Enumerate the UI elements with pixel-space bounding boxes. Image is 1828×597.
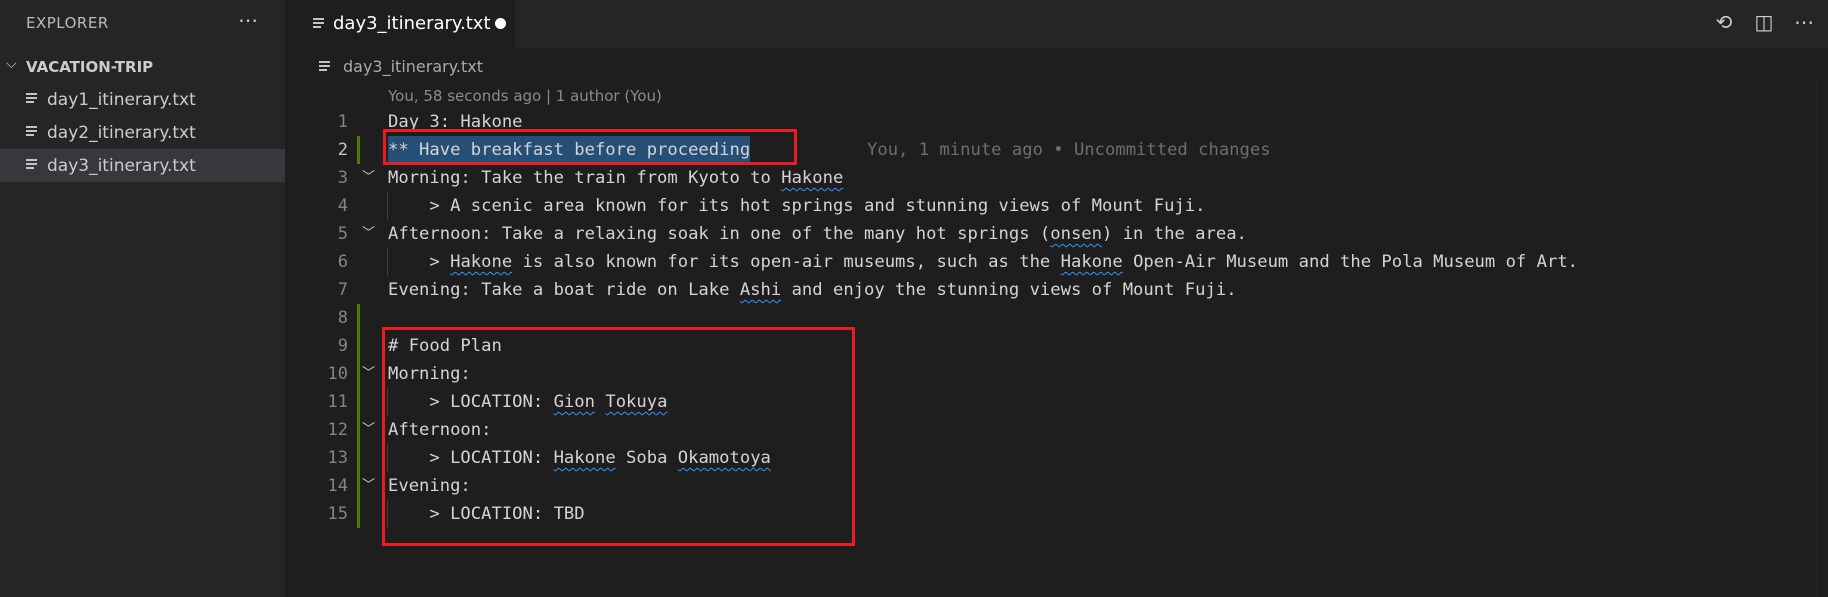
line-number: 6 — [337, 252, 348, 272]
ellipsis-icon[interactable]: ⋯ — [238, 8, 258, 32]
file-item-day2[interactable]: day2_itinerary.txt — [0, 116, 285, 149]
fold-chevron-icon[interactable]: ﹀ — [362, 220, 375, 248]
git-added-marker[interactable] — [357, 136, 360, 164]
text-file-icon — [26, 93, 37, 105]
line-number: 11 — [327, 392, 348, 412]
file-item-day1[interactable]: day1_itinerary.txt — [0, 83, 285, 116]
text-file-icon — [313, 18, 324, 30]
line-number: 1 — [337, 112, 348, 132]
text-file-icon — [26, 159, 37, 171]
line-number: 14 — [327, 476, 348, 496]
line-number: 2 — [337, 140, 348, 160]
code-line: 4 > A scenic area known for its hot spri… — [285, 192, 1828, 220]
line-text: Morning: Take the train from Kyoto to Ha… — [388, 168, 844, 188]
tab-day3-itinerary[interactable]: day3_itinerary.txt — [285, 0, 515, 48]
code-line: 5 ﹀ Afternoon: Take a relaxing soak in o… — [285, 220, 1828, 248]
fold-chevron-icon[interactable]: ﹀ — [362, 472, 375, 500]
git-added-marker[interactable] — [357, 360, 360, 388]
fold-chevron-icon[interactable]: ﹀ — [362, 416, 375, 444]
git-added-marker[interactable] — [357, 444, 360, 472]
git-added-marker[interactable] — [357, 472, 360, 500]
line-number: 3 — [337, 168, 348, 188]
git-codelens[interactable]: You, 58 seconds ago | 1 author (You) — [388, 87, 662, 105]
text-file-icon — [319, 61, 330, 73]
tab-label: day3_itinerary.txt — [333, 13, 491, 34]
code-line: 3 ﹀ Morning: Take the train from Kyoto t… — [285, 164, 1828, 192]
folder-label: VACATION-TRIP — [26, 58, 154, 76]
fold-chevron-icon[interactable]: ﹀ — [362, 164, 375, 192]
highlight-box-food-plan — [382, 327, 855, 546]
split-editor-icon[interactable]: ◫ — [1752, 10, 1776, 34]
code-line: 6 > Hakone is also known for its open-ai… — [285, 248, 1828, 276]
line-text: > Hakone is also known for its open-air … — [388, 252, 1579, 272]
inline-blame: You, 1 minute ago • Uncommitted changes — [867, 140, 1271, 160]
chevron-down-icon: ⌵ — [6, 56, 17, 72]
line-number: 4 — [337, 196, 348, 216]
line-text: Afternoon: Take a relaxing soak in one o… — [388, 224, 1247, 244]
git-added-marker[interactable] — [357, 416, 360, 444]
line-number: 7 — [337, 280, 348, 300]
explorer-sidebar: EXPLORER ⋯ ⌵ VACATION-TRIP day1_itinerar… — [0, 0, 285, 597]
line-number: 5 — [337, 224, 348, 244]
unsaved-dot-icon[interactable] — [495, 18, 506, 29]
git-added-marker[interactable] — [357, 332, 360, 360]
line-number: 8 — [337, 308, 348, 328]
line-number: 13 — [327, 448, 348, 468]
highlight-box-breakfast — [383, 129, 797, 165]
line-number: 12 — [327, 420, 348, 440]
editor-actions: ⟲ ◫ ⋯ — [1712, 10, 1816, 34]
explorer-title: EXPLORER — [26, 14, 109, 32]
more-actions-icon[interactable]: ⋯ — [1792, 10, 1816, 34]
fold-chevron-icon[interactable]: ﹀ — [362, 360, 375, 388]
line-number: 15 — [327, 504, 348, 524]
text-file-icon — [26, 126, 37, 138]
file-label: day3_itinerary.txt — [47, 156, 196, 176]
vertical-scrollbar[interactable] — [1817, 80, 1828, 597]
git-added-marker[interactable] — [357, 500, 360, 528]
line-text: > A scenic area known for its hot spring… — [388, 196, 1206, 216]
open-changes-icon[interactable]: ⟲ — [1712, 10, 1736, 34]
git-added-marker[interactable] — [357, 304, 360, 332]
line-text: Evening: Take a boat ride on Lake Ashi a… — [388, 280, 1237, 300]
folder-vacation-trip[interactable]: ⌵ VACATION-TRIP — [0, 55, 285, 83]
file-item-day3[interactable]: day3_itinerary.txt — [0, 149, 285, 182]
git-added-marker[interactable] — [357, 388, 360, 416]
tab-bar: day3_itinerary.txt ⟲ ◫ ⋯ — [285, 0, 1828, 48]
breadcrumb-file[interactable]: day3_itinerary.txt — [343, 57, 483, 76]
line-number: 9 — [337, 336, 348, 356]
file-label: day1_itinerary.txt — [47, 90, 196, 110]
line-number: 10 — [327, 364, 348, 384]
code-line: 7 Evening: Take a boat ride on Lake Ashi… — [285, 276, 1828, 304]
file-label: day2_itinerary.txt — [47, 123, 196, 143]
